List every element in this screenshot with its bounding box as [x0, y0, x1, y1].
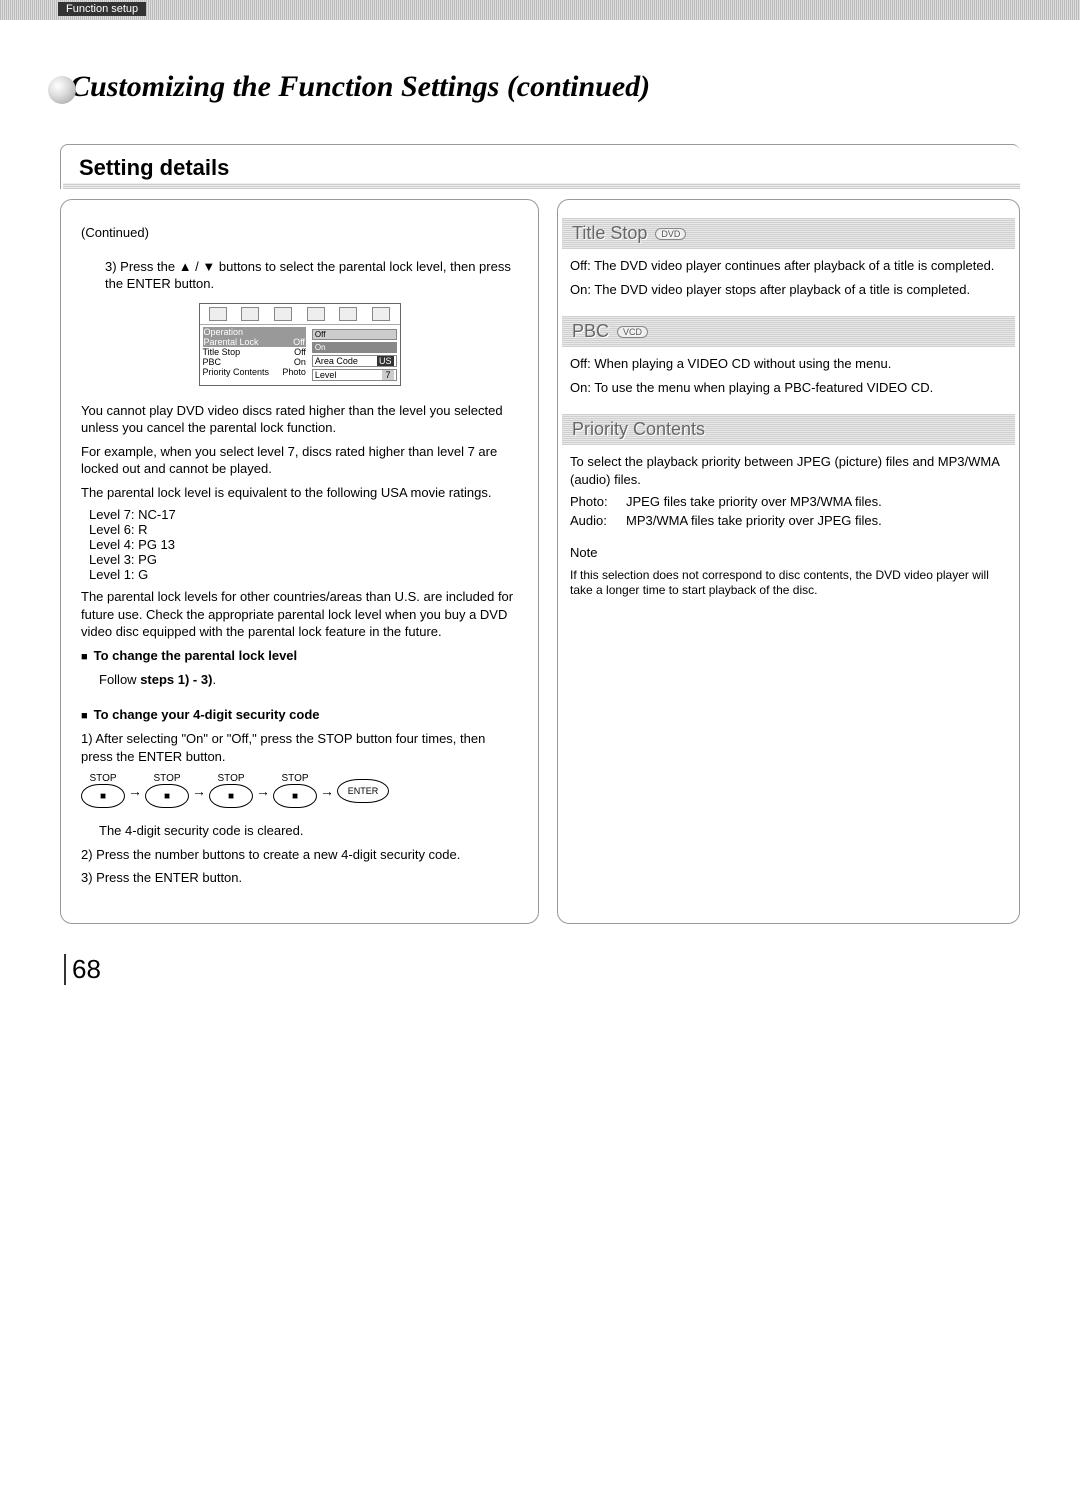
sc-step2: 2) Press the number buttons to create a …	[81, 846, 518, 864]
sc-step3: 3) Press the ENTER button.	[81, 869, 518, 887]
section-heading-frame: Setting details	[60, 144, 1020, 189]
arrow-icon: →	[320, 783, 334, 799]
priority-photo-row: Photo: JPEG files take priority over MP3…	[570, 494, 1007, 509]
osd-level: Level7	[312, 369, 397, 381]
rating-row: Level 3: PG	[89, 552, 518, 567]
button-sequence: STOP■ → STOP■ → STOP■ → STOP■ → ENTER	[81, 773, 518, 808]
page-content: Customizing the Function Settings (conti…	[0, 20, 1080, 1025]
title-stop-on: On: The DVD video player stops after pla…	[570, 281, 1007, 299]
bullet-change-code: To change your 4-digit security code	[81, 706, 518, 724]
note-heading: Note	[570, 544, 1007, 562]
osd-group: Operation	[203, 327, 306, 337]
left-column: (Continued) 3) Press the ▲ / ▼ buttons t…	[60, 199, 539, 924]
page-number: 68	[64, 954, 1020, 985]
vcd-badge: VCD	[617, 326, 648, 338]
stop-button-icon: ■	[273, 784, 317, 808]
header-bar: Function setup	[0, 0, 1080, 20]
stop-button-icon: ■	[209, 784, 253, 808]
priority-header: Priority Contents	[562, 414, 1015, 445]
continued-label: (Continued)	[81, 224, 518, 242]
decorative-orb	[48, 76, 76, 104]
arrow-icon: →	[128, 783, 142, 799]
arrow-icon: →	[256, 783, 270, 799]
sc-step1: 1) After selecting "On" or "Off," press …	[81, 730, 518, 765]
arrow-icon: →	[192, 783, 206, 799]
stop-button-icon: ■	[145, 784, 189, 808]
osd-area-code: Area CodeUS	[312, 355, 397, 367]
rating-row: Level 4: PG 13	[89, 537, 518, 552]
priority-audio-row: Audio: MP3/WMA files take priority over …	[570, 513, 1007, 528]
dvd-badge: DVD	[655, 228, 686, 240]
osd-opt-off: Off	[312, 329, 397, 340]
bullet-change-level: To change the parental lock level	[81, 647, 518, 665]
right-column: Title Stop DVD Off: The DVD video player…	[557, 199, 1020, 924]
title-stop-header: Title Stop DVD	[562, 218, 1015, 249]
section-title: Setting details	[79, 155, 1020, 181]
section-underline	[63, 183, 1020, 189]
chapter-title: Customizing the Function Settings (conti…	[70, 70, 1020, 104]
section-tab: Function setup	[58, 2, 146, 16]
note-body: If this selection does not correspond to…	[570, 568, 1007, 599]
osd-opt-on: On	[312, 342, 397, 353]
paragraph-future-use: The parental lock levels for other count…	[81, 588, 518, 641]
bullet-change-level-body: Follow steps 1) - 3).	[99, 671, 518, 689]
rating-row: Level 1: G	[89, 567, 518, 582]
chapter-title-text: Customizing the Function Settings (conti…	[70, 70, 650, 103]
paragraph-example: For example, when you select level 7, di…	[81, 443, 518, 478]
osd-icon-row	[200, 304, 400, 325]
sc-cleared: The 4-digit security code is cleared.	[99, 822, 518, 840]
enter-button-icon: ENTER	[337, 779, 389, 803]
osd-screenshot: Operation Parental LockOff Title StopOff…	[199, 303, 401, 386]
rating-row: Level 7: NC-17	[89, 507, 518, 522]
priority-intro: To select the playback priority between …	[570, 453, 1007, 488]
pbc-header: PBC VCD	[562, 316, 1015, 347]
paragraph-ratings-intro: The parental lock level is equivalent to…	[81, 484, 518, 502]
stop-button-icon: ■	[81, 784, 125, 808]
paragraph-lock-explain: You cannot play DVD video discs rated hi…	[81, 402, 518, 437]
rating-row: Level 6: R	[89, 522, 518, 537]
ratings-list: Level 7: NC-17 Level 6: R Level 4: PG 13…	[89, 507, 518, 582]
step-3-text: 3) Press the ▲ / ▼ buttons to select the…	[105, 258, 518, 293]
title-stop-off: Off: The DVD video player continues afte…	[570, 257, 1007, 275]
pbc-off: Off: When playing a VIDEO CD without usi…	[570, 355, 1007, 373]
pbc-on: On: To use the menu when playing a PBC-f…	[570, 379, 1007, 397]
